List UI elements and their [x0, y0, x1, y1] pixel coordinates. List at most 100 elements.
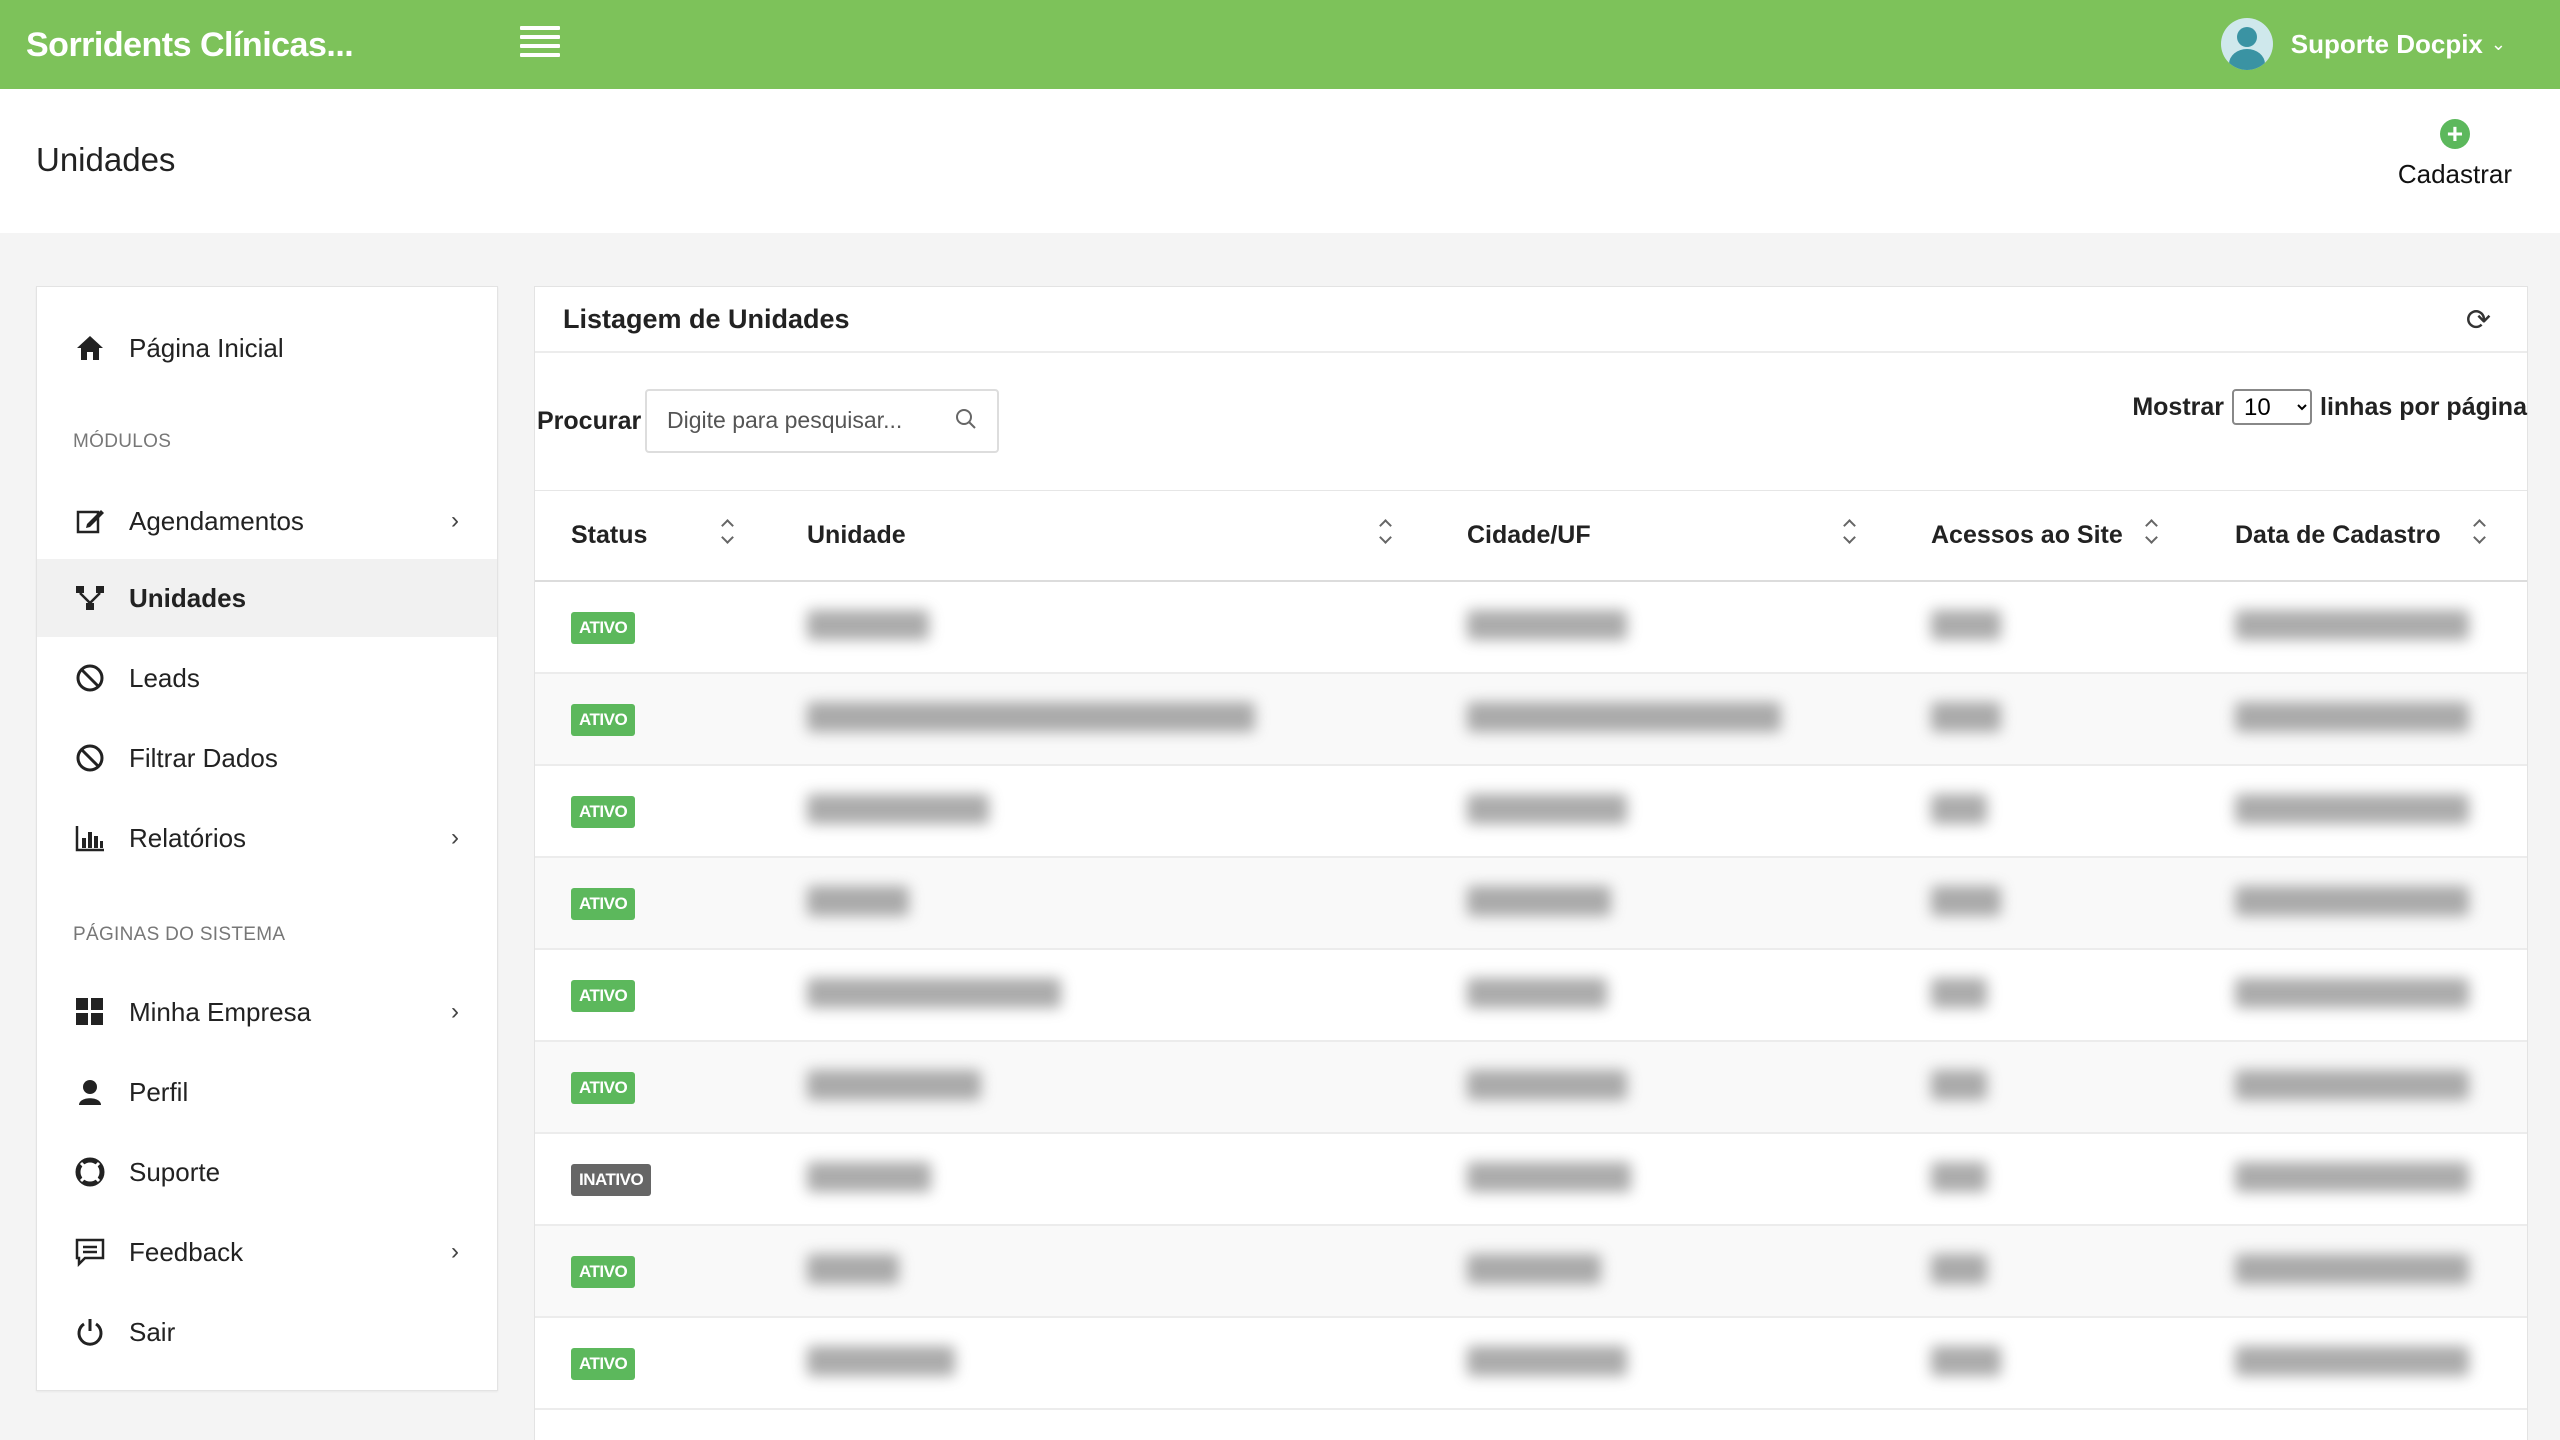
redacted-data	[2235, 1162, 2469, 1192]
status-badge: ATIVO	[571, 796, 636, 828]
status-badge: ATIVO	[571, 1348, 636, 1380]
redacted-unidade	[807, 702, 1255, 732]
sort-icon[interactable]	[721, 519, 735, 547]
redacted-acessos	[1931, 1162, 1987, 1192]
page-size-control: Mostrar 10 linhas por página	[2132, 389, 2527, 425]
status-badge: ATIVO	[571, 888, 636, 920]
sidebar-item-label: Unidades	[129, 582, 247, 613]
sort-icon[interactable]	[1379, 519, 1393, 547]
column-header-status[interactable]: Status	[571, 521, 647, 550]
brand-name[interactable]: Sorridents Clínicas...	[26, 26, 354, 65]
status-badge: ATIVO	[571, 980, 636, 1012]
section-label-system: PÁGINAS DO SISTEMA	[73, 924, 286, 945]
column-header-cidade[interactable]: Cidade/UF	[1467, 521, 1591, 550]
sidebar-item-minha-empresa[interactable]: Minha Empresa ›	[37, 973, 497, 1051]
sidebar-item-unidades[interactable]: Unidades	[37, 559, 497, 637]
redacted-acessos	[1931, 1346, 2001, 1376]
sidebar-item-label: Sair	[129, 1316, 176, 1347]
lifebuoy-icon	[73, 1155, 107, 1189]
table-row[interactable]: ATIVO	[535, 674, 2527, 766]
redacted-acessos	[1931, 886, 2001, 916]
power-icon	[73, 1315, 107, 1349]
redacted-acessos	[1931, 702, 2001, 732]
redacted-acessos	[1931, 794, 1987, 824]
sidebar-item-label: Agendamentos	[129, 505, 304, 536]
user-icon	[73, 1075, 107, 1109]
chevron-right-icon: ›	[451, 1238, 459, 1265]
sidebar-item-suporte[interactable]: Suporte	[37, 1133, 497, 1211]
redacted-cidade	[1467, 978, 1607, 1008]
redacted-acessos	[1931, 978, 1987, 1008]
sidebar-item-label: Perfil	[129, 1076, 189, 1107]
panel-title: Listagem de Unidades	[563, 304, 850, 334]
table-row[interactable]: ATIVO	[535, 858, 2527, 950]
redacted-cidade	[1467, 1162, 1631, 1192]
table-row[interactable]: ATIVO	[535, 950, 2527, 1042]
search-field[interactable]	[645, 389, 999, 453]
column-header-data[interactable]: Data de Cadastro	[2235, 521, 2441, 550]
sidebar-item-label: Minha Empresa	[129, 996, 312, 1027]
redacted-cidade	[1467, 702, 1781, 732]
ban-icon	[73, 661, 107, 695]
sort-icon[interactable]	[1843, 519, 1857, 547]
show-suffix: linhas por página	[2320, 392, 2527, 421]
sidebar-item-feedback[interactable]: Feedback ›	[37, 1213, 497, 1291]
status-badge: INATIVO	[571, 1164, 652, 1196]
table-row[interactable]: ATIVO	[535, 1042, 2527, 1134]
table-row[interactable]: INATIVO	[535, 1134, 2527, 1226]
sidebar-item-relatorios[interactable]: Relatórios ›	[37, 799, 497, 877]
sidebar-item-agendamentos[interactable]: Agendamentos ›	[37, 482, 497, 560]
redacted-data	[2235, 886, 2469, 916]
search-icon[interactable]	[955, 408, 977, 430]
redacted-unidade	[807, 886, 909, 916]
user-menu[interactable]: Suporte Docpix ⌄	[2220, 14, 2506, 74]
page-size-select[interactable]: 10	[2232, 389, 2313, 425]
status-badge: ATIVO	[571, 1256, 636, 1288]
avatar	[2220, 18, 2273, 70]
chevron-right-icon: ›	[451, 507, 459, 534]
redacted-data	[2235, 610, 2469, 640]
redacted-unidade	[807, 978, 1061, 1008]
page-title: Unidades	[36, 141, 176, 178]
cadastrar-button[interactable]: + Cadastrar	[2398, 119, 2512, 190]
column-header-unidade[interactable]: Unidade	[807, 521, 906, 550]
sort-icon[interactable]	[2145, 519, 2159, 547]
refresh-icon[interactable]: ⟳	[2466, 303, 2491, 338]
sidebar-item-home[interactable]: Página Inicial	[37, 309, 497, 387]
hamburger-menu-icon[interactable]	[520, 26, 560, 62]
units-panel: Listagem de Unidades ⟳ Procurar Mostrar …	[534, 286, 2528, 1440]
sidebar-item-leads[interactable]: Leads	[37, 639, 497, 717]
sidebar-item-label: Leads	[129, 662, 200, 693]
redacted-unidade	[807, 1070, 981, 1100]
grid-icon	[73, 995, 107, 1029]
sidebar-item-label: Filtrar Dados	[129, 742, 278, 773]
sidebar: Página Inicial MÓDULOS Agendamentos › Un…	[36, 286, 498, 1391]
redacted-unidade	[807, 794, 989, 824]
sidebar-item-label: Suporte	[129, 1156, 221, 1187]
status-badge: ATIVO	[571, 612, 636, 644]
search-input[interactable]	[647, 391, 937, 449]
table-row[interactable]: ATIVO	[535, 1226, 2527, 1318]
home-icon	[73, 331, 107, 365]
chevron-down-icon: ⌄	[2490, 33, 2506, 54]
redacted-data	[2235, 978, 2469, 1008]
sidebar-item-filtrar-dados[interactable]: Filtrar Dados	[37, 719, 497, 797]
ban-icon	[73, 741, 107, 775]
sort-icon[interactable]	[2473, 519, 2487, 547]
column-header-acessos[interactable]: Acessos ao Site	[1931, 521, 2123, 550]
table-row[interactable]: ATIVO	[535, 1318, 2527, 1410]
redacted-data	[2235, 794, 2469, 824]
redacted-cidade	[1467, 886, 1611, 916]
sidebar-item-sair[interactable]: Sair	[37, 1293, 497, 1371]
table-row[interactable]: ATIVO	[535, 766, 2527, 858]
redacted-unidade	[807, 610, 929, 640]
plus-circle-icon: +	[2439, 119, 2470, 149]
redacted-unidade	[807, 1254, 899, 1284]
redacted-acessos	[1931, 610, 2001, 640]
edit-icon	[73, 504, 107, 538]
bar-chart-icon	[73, 821, 107, 855]
redacted-unidade	[807, 1346, 955, 1376]
redacted-data	[2235, 1254, 2469, 1284]
sidebar-item-perfil[interactable]: Perfil	[37, 1053, 497, 1131]
table-row[interactable]: ATIVO	[535, 582, 2527, 674]
